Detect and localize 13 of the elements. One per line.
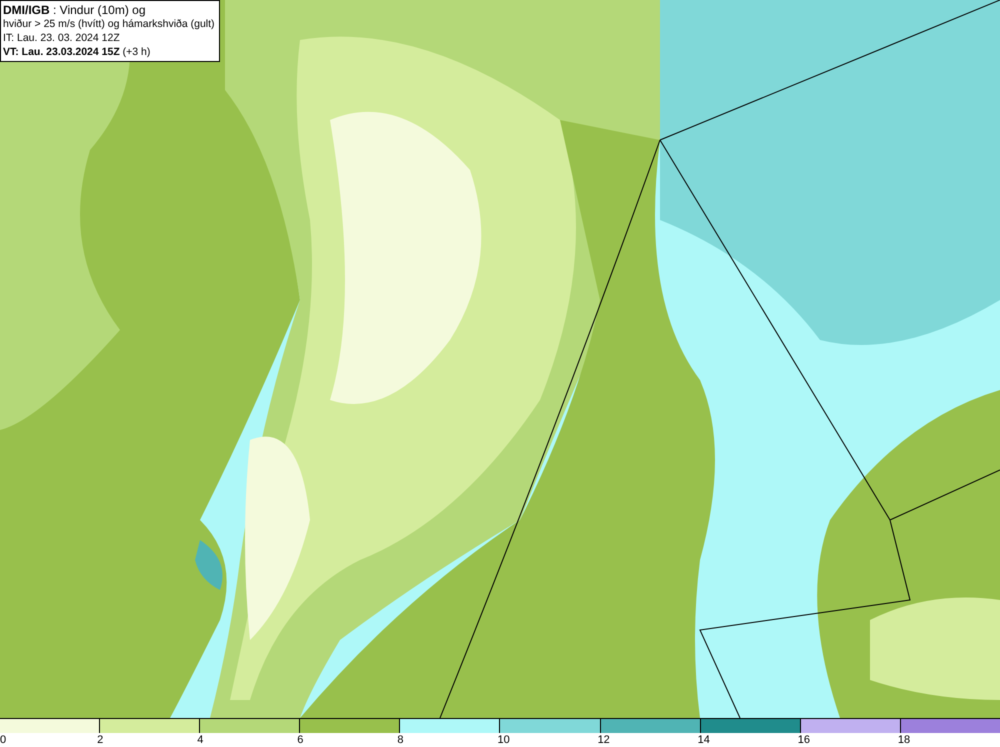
scale-label: 2 (97, 733, 104, 747)
title-line: IT: Lau. 23. 03. 2024 12Z (3, 31, 120, 45)
title-line: VT: Lau. 23.03.2024 15Z (+3 h) (3, 45, 150, 59)
scale-label: 10 (497, 733, 510, 747)
scale-label: 18 (898, 733, 910, 747)
scale-label: 8 (397, 733, 404, 747)
scale-label: 12 (598, 733, 610, 747)
scale-label: 4 (197, 733, 204, 747)
title-line: hviður > 25 m/s (hvítt) og hámarkshviða (gult) (3, 17, 215, 31)
title-line: DMI/IGB : Vindur (10m) og (3, 3, 146, 17)
scale-label: 14 (698, 733, 710, 747)
scale-label: 16 (798, 733, 810, 747)
scale-label: 6 (297, 733, 304, 747)
